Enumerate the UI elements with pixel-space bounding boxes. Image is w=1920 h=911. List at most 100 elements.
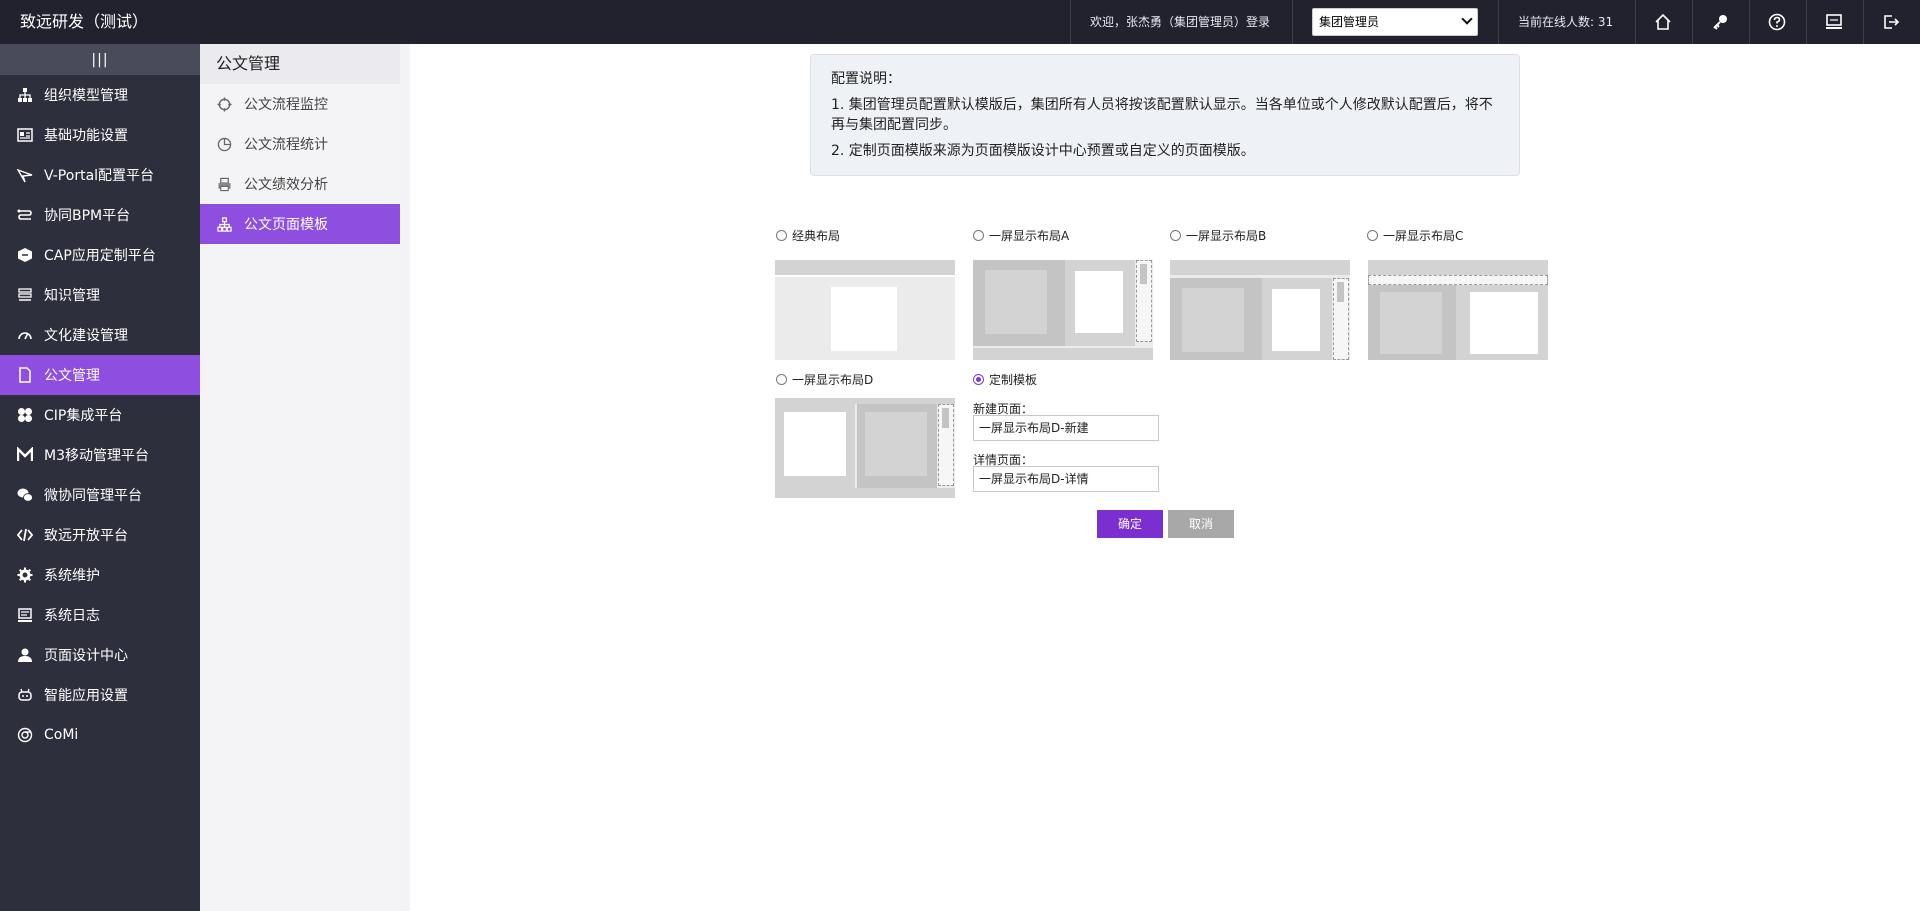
layout-option-b[interactable]: 一屏显示布局B [1170, 227, 1266, 244]
layout-thumbnail-d[interactable] [775, 398, 955, 498]
online-count: 当前在线人数: 31 [1518, 15, 1614, 29]
help-button[interactable] [1749, 0, 1805, 44]
logout-icon [1884, 15, 1900, 29]
radio-button[interactable] [776, 230, 787, 241]
thumb-footer [973, 348, 1153, 360]
layout-thumbnail-c[interactable] [1368, 260, 1548, 360]
divider [400, 44, 410, 911]
sidebar-item-label: CIP集成平台 [44, 408, 123, 424]
thumb-block [1272, 289, 1320, 351]
layout-thumbnail-classic[interactable] [775, 260, 955, 360]
pie-chart-icon [216, 136, 232, 152]
cancel-button[interactable]: 取消 [1168, 510, 1234, 538]
sidebar-item-wechat[interactable]: 微协同管理平台 [0, 475, 200, 515]
puzzle-icon [16, 406, 34, 424]
thumb-block [1380, 292, 1442, 354]
new-page-value: 一屏显示布局D-新建 [979, 421, 1089, 435]
sidebar-item-m3[interactable]: M3移动管理平台 [0, 435, 200, 475]
sidebar-item-cip[interactable]: CIP集成平台 [0, 395, 200, 435]
submenu-item-label: 公文流程统计 [244, 137, 328, 153]
sidebar-item-label: M3移动管理平台 [44, 448, 149, 464]
menu-collapse-icon: ||| [91, 51, 109, 68]
sidebar-item-knowledge[interactable]: 知识管理 [0, 275, 200, 315]
layout-option-label: 一屏显示布局C [1383, 229, 1464, 243]
user-design-icon [16, 646, 34, 664]
sitemap-icon [216, 216, 232, 232]
key-button[interactable] [1692, 0, 1748, 44]
detail-page-value: 一屏显示布局D-详情 [979, 472, 1089, 486]
confirm-button[interactable]: 确定 [1097, 510, 1163, 538]
sidebar-item-label: 致远开放平台 [44, 528, 128, 544]
sidebar-item-label: 基础功能设置 [44, 128, 128, 144]
layout-option-d[interactable]: 一屏显示布局D [776, 371, 873, 388]
sidebar-item-label: 公文管理 [44, 368, 100, 384]
welcome-text: 欢迎，张杰勇（集团管理员）登录 [1090, 15, 1271, 29]
divider [1070, 0, 1071, 44]
monitor-button[interactable] [1806, 0, 1862, 44]
thumb-divider [775, 275, 955, 277]
submenu: 公文管理 公文流程监控 公文流程统计 公文绩效分析 公文页面模板 [200, 44, 400, 911]
sidebar-item-label: 智能应用设置 [44, 688, 128, 704]
sidebar-item-cap[interactable]: CAP应用定制平台 [0, 235, 200, 275]
comi-icon [16, 726, 34, 744]
sidebar-item-maintenance[interactable]: 系统维护 [0, 555, 200, 595]
detail-page-field[interactable]: 一屏显示布局D-详情 [973, 466, 1159, 492]
submenu-item-stats[interactable]: 公文流程统计 [200, 124, 400, 164]
info-title: 配置说明： [831, 71, 901, 87]
sidebar-item-org[interactable]: 组织模型管理 [0, 75, 200, 115]
new-page-field[interactable]: 一屏显示布局D-新建 [973, 415, 1159, 441]
radio-button[interactable] [1170, 230, 1181, 241]
sidebar-item-bpm[interactable]: 协同BPM平台 [0, 195, 200, 235]
layout-option-a[interactable]: 一屏显示布局A [973, 227, 1069, 244]
radio-button[interactable] [776, 374, 787, 385]
sidebar-item-label: 系统日志 [44, 608, 100, 624]
sidebar-item-basic[interactable]: 基础功能设置 [0, 115, 200, 155]
submenu-item-label: 公文流程监控 [244, 97, 328, 113]
flow-icon [16, 206, 34, 224]
layout-option-classic[interactable]: 经典布局 [776, 227, 840, 244]
sidebar-item-vportal[interactable]: V-Portal配置平台 [0, 155, 200, 195]
thumb-block [784, 412, 846, 476]
role-select[interactable]: 集团管理员 [1312, 8, 1478, 36]
org-tree-icon [16, 86, 34, 104]
submenu-item-template[interactable]: 公文页面模板 [200, 204, 400, 244]
sidebar-item-page-design[interactable]: 页面设计中心 [0, 635, 200, 675]
logout-button[interactable] [1863, 0, 1919, 44]
monitor-icon [1826, 14, 1842, 29]
sidebar-collapse-button[interactable]: ||| [0, 44, 200, 75]
sidebar-item-open[interactable]: 致远开放平台 [0, 515, 200, 555]
sidebar-item-comi[interactable]: CoMi [0, 715, 200, 755]
layout-thumbnail-a[interactable] [973, 260, 1153, 360]
home-button[interactable] [1635, 0, 1691, 44]
sidebar-item-document[interactable]: 公文管理 [0, 355, 200, 395]
sidebar-item-label: 组织模型管理 [44, 88, 128, 104]
thumb-block [985, 270, 1047, 334]
submenu-item-monitor[interactable]: 公文流程监控 [200, 84, 400, 124]
layout-option-c[interactable]: 一屏显示布局C [1367, 227, 1463, 244]
key-icon [1713, 15, 1727, 30]
radio-button[interactable] [1367, 230, 1378, 241]
submenu-item-label: 公文页面模板 [244, 217, 328, 233]
monitor-log-icon [16, 606, 34, 624]
radio-button[interactable] [973, 230, 984, 241]
layers-icon [16, 286, 34, 304]
chevron-down-icon [1461, 13, 1473, 25]
layout-thumbnail-b[interactable] [1170, 260, 1350, 360]
document-icon [16, 366, 34, 384]
layout-option-custom[interactable]: 定制模板 [973, 371, 1037, 388]
sidebar-item-log[interactable]: 系统日志 [0, 595, 200, 635]
sidebar-item-label: 文化建设管理 [44, 328, 128, 344]
sidebar-item-label: V-Portal配置平台 [44, 168, 155, 184]
sidebar-item-ai[interactable]: 智能应用设置 [0, 675, 200, 715]
home-icon [1655, 13, 1671, 30]
thumb-scroll-bar [942, 408, 949, 428]
divider [1498, 0, 1499, 44]
sidebar-item-label: 页面设计中心 [44, 648, 128, 664]
layout-option-label: 定制模板 [989, 373, 1038, 387]
sidebar-item-culture[interactable]: 文化建设管理 [0, 315, 200, 355]
layout-option-label: 一屏显示布局B [1186, 229, 1267, 243]
sidebar-item-label: CoMi [44, 727, 79, 743]
info-line: 1. 集团管理员配置默认模版后，集团所有人员将按该配置默认显示。当各单位或个人修… [831, 97, 1493, 133]
submenu-item-performance[interactable]: 公文绩效分析 [200, 164, 400, 204]
radio-button-selected[interactable] [973, 374, 984, 385]
